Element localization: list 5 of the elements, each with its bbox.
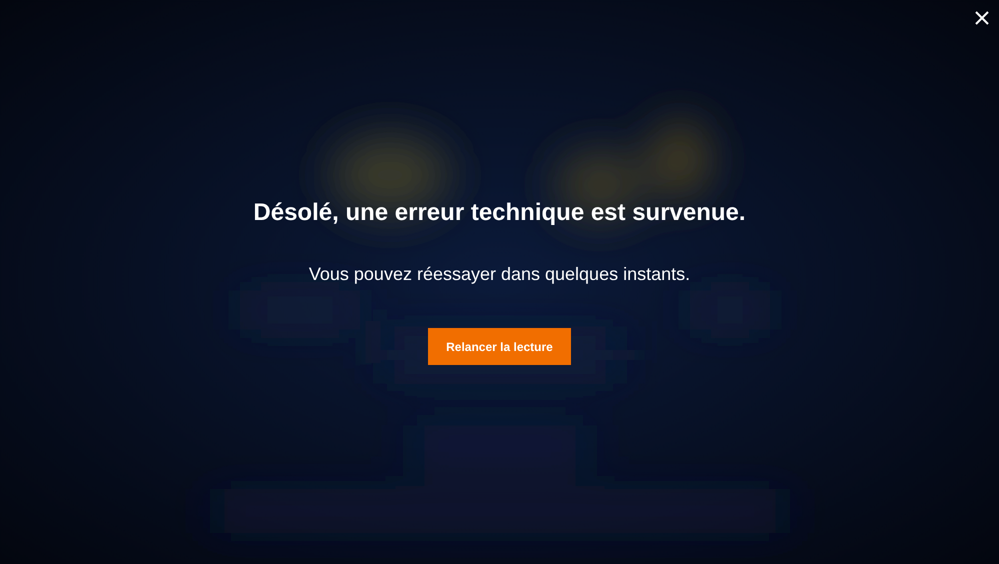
error-message: Vous pouvez réessayer dans quelques instants. [308,263,690,285]
close-icon [975,11,989,25]
retry-button[interactable]: Relancer la lecture [428,328,571,365]
close-button[interactable] [975,11,989,25]
error-title: Désolé, une erreur technique est survenue. [253,198,746,228]
